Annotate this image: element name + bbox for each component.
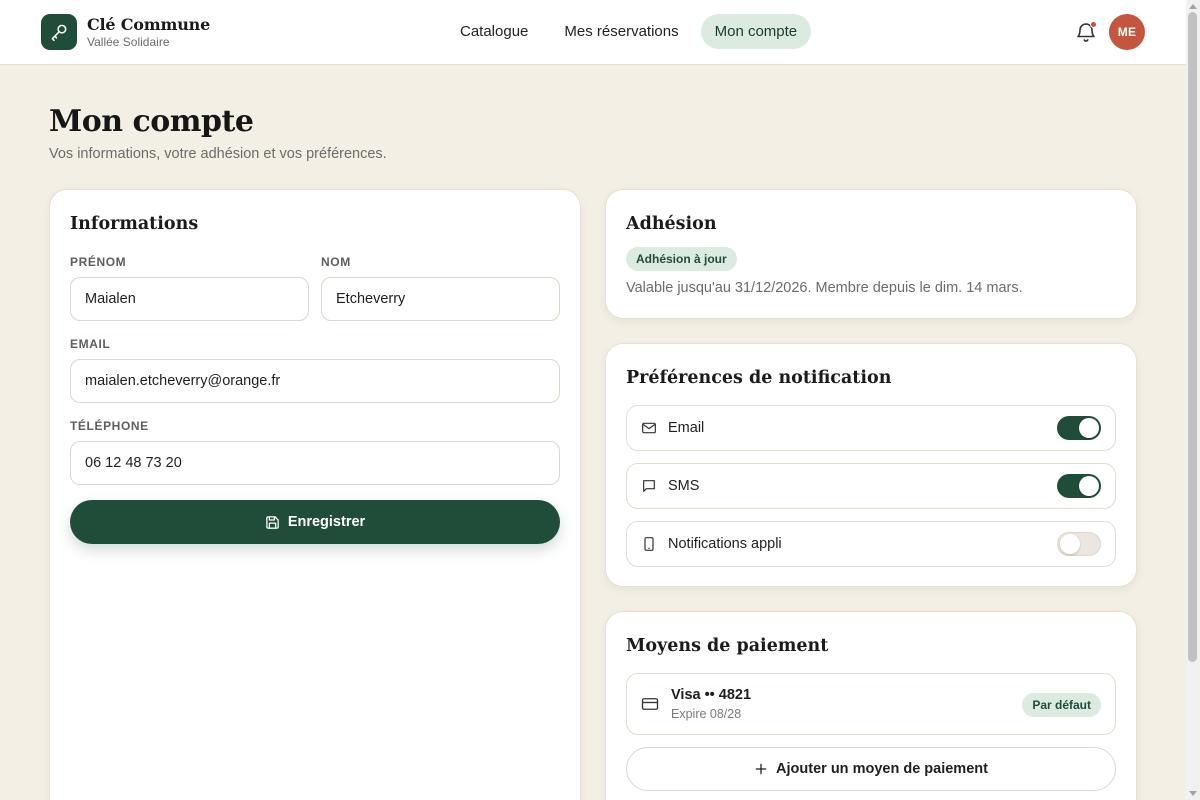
brand-name: Clé Commune (87, 14, 211, 34)
save-button-label: Enregistrer (287, 514, 366, 530)
nav-catalogue[interactable]: Catalogue (446, 14, 542, 49)
notification-label-sms: SMS (668, 478, 700, 494)
page-subtitle: Vos informations, votre adhésion et vos … (49, 146, 387, 162)
notification-label-email: Email (668, 420, 705, 436)
scroll-up-arrow-icon[interactable] (1188, 2, 1198, 10)
save-button[interactable]: Enregistrer (70, 500, 560, 544)
credit-card-icon (641, 695, 659, 718)
notification-row-app: Notifications appli (626, 521, 1116, 567)
payment-methods-title: Moyens de paiement (626, 636, 829, 656)
email-field[interactable]: maialen.etcheverry@orange.fr (70, 359, 560, 403)
nav-mon-compte[interactable]: Mon compte (700, 14, 812, 49)
avatar[interactable]: ME (1109, 14, 1145, 50)
top-navigation-bar: Clé Commune Vallée Solidaire Catalogue M… (0, 0, 1186, 65)
first-name-field[interactable]: Maialen (70, 277, 309, 321)
membership-title: Adhésion (626, 214, 717, 234)
last-name-field[interactable]: Etcheverry (321, 277, 560, 321)
scrollbar-thumb[interactable] (1188, 12, 1197, 662)
payment-methods-card: Moyens de paiement Visa •• 4821 Expire 0… (605, 611, 1137, 800)
notification-preferences-title: Préférences de notification (626, 368, 892, 388)
main-nav: Catalogue Mes réservations Mon compte (446, 14, 812, 49)
payment-card-expiry: Expire 08/28 (671, 707, 742, 721)
notification-label-app: Notifications appli (668, 536, 782, 552)
nav-mes-reservations[interactable]: Mes réservations (550, 14, 692, 49)
brand[interactable]: Clé Commune Vallée Solidaire (41, 14, 210, 50)
notification-preferences-card: Préférences de notification Email SMS No… (605, 343, 1137, 587)
notification-row-email: Email (626, 405, 1116, 451)
email-toggle[interactable] (1057, 416, 1101, 440)
add-payment-method-button[interactable]: Ajouter un moyen de paiement (626, 747, 1116, 791)
notification-row-sms: SMS (626, 463, 1116, 509)
phone-field[interactable]: 06 12 48 73 20 (70, 441, 560, 485)
email-label: EMAIL (70, 337, 111, 351)
payment-card-name: Visa •• 4821 (671, 687, 752, 703)
sms-toggle[interactable] (1057, 474, 1101, 498)
phone-icon (641, 536, 657, 552)
brand-subtitle: Vallée Solidaire (87, 34, 170, 49)
mail-icon (641, 420, 657, 436)
first-name-label: PRÉNOM (70, 255, 127, 269)
notification-dot (1090, 21, 1097, 28)
message-icon (641, 478, 657, 494)
app-notifications-toggle[interactable] (1057, 532, 1101, 556)
default-badge: Par défaut (1022, 693, 1101, 717)
informations-card: Informations PRÉNOM Maialen NOM Etchever… (49, 189, 581, 800)
bell-icon[interactable] (1074, 20, 1098, 44)
payment-method-item[interactable]: Visa •• 4821 Expire 08/28 Par défaut (626, 673, 1116, 735)
plus-icon (755, 763, 767, 775)
membership-card: Adhésion Adhésion à jour Valable jusqu'a… (605, 189, 1137, 319)
phone-label: TÉLÉPHONE (70, 419, 149, 433)
membership-status-badge: Adhésion à jour (626, 247, 737, 271)
add-payment-method-label: Ajouter un moyen de paiement (776, 761, 988, 777)
scroll-down-arrow-icon[interactable] (1188, 790, 1198, 798)
membership-validity-text: Valable jusqu'au 31/12/2026. Membre depu… (626, 280, 1023, 296)
informations-title: Informations (70, 214, 199, 234)
key-icon (41, 14, 77, 50)
page-title: Mon compte (49, 104, 254, 139)
save-icon (266, 515, 279, 529)
last-name-label: NOM (321, 255, 351, 269)
